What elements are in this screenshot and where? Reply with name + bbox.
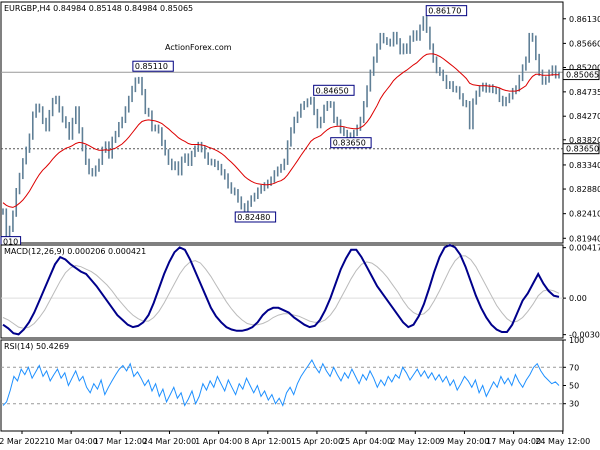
eurgbp-h4-chart: 0.861300.856600.852000.847350.842700.838… [0,1,600,446]
price-tick-label: 0.85660 [569,39,600,48]
price-annotation: 0.83650 [333,139,366,148]
price-panel: 0.861300.856600.852000.847350.842700.838… [0,1,600,248]
support-price-label: 0.83650 [566,145,599,154]
rsi-tick-label: 70 [569,363,579,372]
rsi-tick-label: 30 [569,400,579,409]
macd-tick-label: 0.00 [569,294,587,303]
time-tick-label: 25 Apr 04:00 [340,437,392,446]
rsi-frame [0,339,564,432]
rsi-header: RSI(14) 50.4269 [4,342,69,351]
price-frame [0,1,564,244]
time-axis: 2 Mar 2022 10 Mar 04:0017 Mar 12:0024 Mar… [0,431,590,446]
time-tick-label: 24 May 12:00 [535,437,590,446]
time-tick-label: 24 Mar 20:00 [143,437,196,446]
time-tick-label: 2 Mar 2022 [0,437,45,446]
price-annotation: 0.86170 [428,7,461,16]
time-tick-label: 9 May 20:00 [440,437,490,446]
time-tick-label: 17 May 04:00 [486,437,541,446]
price-annotation: 0.85110 [135,62,168,71]
price-tick-label: 0.84735 [569,88,600,97]
price-tick-label: 0.86130 [569,15,600,24]
price-annotation: 0.84650 [316,86,349,95]
time-tick-label: 1 Apr 04:00 [195,437,242,446]
macd-header: MACD(12,26,9) 0.000206 0.000421 [4,247,146,256]
macd-tick-label: 0.004179 [569,244,600,253]
rsi-tick-label: 50 [569,382,579,391]
time-tick-label: 15 Apr 20:00 [291,437,343,446]
time-tick-label: 17 Mar 12:00 [94,437,147,446]
price-tick-label: 0.83340 [569,161,600,170]
price-tick-label: 0.84270 [569,112,600,121]
price-tick-label: 0.81940 [569,234,600,243]
price-annotation: 0.82480 [237,213,270,222]
time-tick-label: 10 Mar 04:00 [44,437,97,446]
macd-frame [0,244,564,339]
rsi-panel: 100 70 50 30 RSI(14) 50.4269 [0,336,584,432]
current-price-label: 0.85065 [566,71,599,80]
price-header: EURGBP,H4 0.84984 0.85148 0.84984 0.8506… [4,4,193,13]
macd-panel: 0.0041790.00-0.003022MACD(12,26,9) 0.000… [0,244,600,340]
time-tick-label: 8 Apr 12:00 [244,437,291,446]
price-tick-label: 0.82880 [569,185,600,194]
rsi-tick-label: 100 [569,336,584,345]
time-tick-label: 2 May 12:00 [390,437,440,446]
watermark: ActionForex.com [165,43,232,52]
price-tick-label: 0.82410 [569,210,600,219]
